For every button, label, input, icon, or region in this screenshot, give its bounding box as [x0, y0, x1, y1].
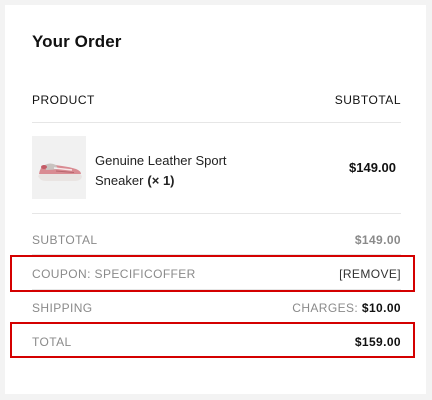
product-column-header: PRODUCT — [32, 93, 95, 107]
total-highlight-box — [10, 322, 415, 358]
shipping-label: SHIPPING — [32, 301, 93, 315]
subtotal-value: $149.00 — [354, 233, 401, 247]
product-image — [32, 136, 86, 199]
order-table-header: PRODUCT SUBTOTAL — [32, 93, 401, 111]
shipping-charges: CHARGES: $10.00 — [292, 301, 401, 315]
divider — [32, 213, 401, 214]
coupon-highlight-box — [10, 255, 415, 292]
shipping-row: SHIPPING CHARGES: $10.00 — [32, 297, 401, 319]
product-name[interactable]: Genuine Leather Sport Sneaker (× 1) — [95, 151, 265, 191]
subtotal-row: SUBTOTAL $149.00 — [32, 229, 401, 251]
subtotal-column-header: SUBTOTAL — [334, 93, 401, 107]
product-price: $149.00 — [349, 160, 396, 175]
divider — [32, 122, 401, 123]
sneaker-image-icon — [32, 136, 86, 199]
order-title: Your Order — [32, 32, 122, 51]
subtotal-label: SUBTOTAL — [32, 233, 98, 247]
shipping-charges-label: CHARGES: — [292, 301, 359, 315]
product-quantity: (× 1) — [147, 173, 175, 188]
shipping-value: $10.00 — [361, 301, 401, 315]
